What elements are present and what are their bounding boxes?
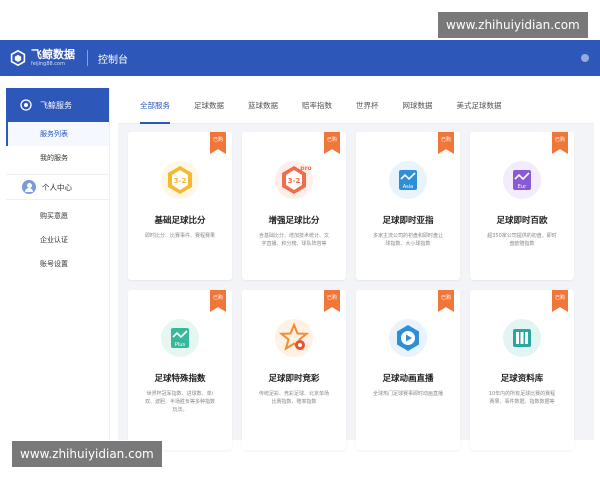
purchased-badge: 已购 <box>210 132 226 154</box>
sidebar-item-purchase-intent[interactable]: 购买意愿 <box>6 204 109 228</box>
icon-pro-tag: pro <box>300 165 311 172</box>
purchased-badge: 已购 <box>210 290 226 312</box>
icon-score-text: 3-2 <box>174 177 187 185</box>
sidebar-item-service-list[interactable]: 服务列表 <box>6 122 109 146</box>
service-card[interactable]: 已购 3-2 pro 增强足球比分 含基础比分、增加技术统计、文字直播、积分榜、… <box>242 132 346 280</box>
purchased-badge: 已购 <box>438 290 454 312</box>
tab-all-services[interactable]: 全部服务 <box>140 88 170 124</box>
main-content: 全部服务 足球数据 篮球数据 赔率指数 世界杯 网球数据 美式足球数据 已购 3… <box>118 88 594 450</box>
sidebar-item-enterprise-auth[interactable]: 企业认证 <box>6 228 109 252</box>
service-card-grid: 已购 3-2 基础足球比分 即时比分、比赛事件、赛程赛果 已购 3-2 pro … <box>128 132 580 450</box>
service-card[interactable]: 已购 3-2 基础足球比分 即时比分、比赛事件、赛程赛果 <box>128 132 232 280</box>
user-icon <box>22 180 36 194</box>
tab-tennis-data[interactable]: 网球数据 <box>403 88 433 124</box>
watermark-top: www.zhihuiyidian.com <box>438 12 588 38</box>
category-tabs: 全部服务 足球数据 篮球数据 赔率指数 世界杯 网球数据 美式足球数据 <box>118 88 594 124</box>
purchased-badge: 已购 <box>552 132 568 154</box>
sidebar-service-title: 飞鲸服务 <box>40 100 72 110</box>
database-icon <box>503 319 541 357</box>
logo[interactable]: 飞鲸数据 feijing88.com <box>10 49 75 67</box>
card-title: 增强足球比分 <box>268 216 320 226</box>
sidebar-user-center[interactable]: 个人中心 <box>6 174 109 200</box>
console-page: 飞鲸数据 feijing88.com 控制台 www.zhihuiyidian.… <box>0 0 600 480</box>
asia-index-icon: Asia <box>389 161 427 199</box>
hexagon-3-2-icon: 3-2 <box>161 161 199 199</box>
card-title: 足球动画直播 <box>382 374 434 384</box>
purchased-badge: 已购 <box>324 132 340 154</box>
icon-score-text: 3-2 <box>288 177 301 185</box>
star-ball-icon <box>275 319 313 357</box>
card-description: 多家主流公司的初盘和即时盘让球指数、大小球指数 <box>373 233 444 247</box>
sidebar-item-account-settings[interactable]: 账号设置 <box>6 252 109 276</box>
watermark-bottom: www.zhihuiyidian.com <box>12 441 162 467</box>
more-icon[interactable] <box>580 53 590 63</box>
card-description: 传统足彩、竞彩足球、北京单场比赛指数、赔率指数 <box>259 391 330 405</box>
top-header: 飞鲸数据 feijing88.com 控制台 <box>0 40 600 76</box>
sidebar: 飞鲸服务 服务列表 我的服务 个人中心 购买意愿 企业认证 账号设置 <box>6 88 110 440</box>
console-title: 控制台 <box>98 54 128 66</box>
tab-odds-index[interactable]: 赔率指数 <box>302 88 332 124</box>
card-description: 世界杯冠军指数、进球数、单/双、波胆、半场胜负等多种指数玩法。 <box>145 391 216 413</box>
card-description: 超350家公司提供的初盘、即时盘欧赔指数 <box>487 233 557 247</box>
sidebar-user-center-label: 个人中心 <box>42 182 72 192</box>
card-title: 足球资料库 <box>500 374 544 384</box>
logo-hexagon-icon <box>10 50 26 66</box>
play-video-icon <box>389 319 427 357</box>
card-title: 足球特殊指数 <box>154 374 206 384</box>
card-description: 10年内的所有足球比赛的赛程赛果、事件数据、指数数据等 <box>488 391 556 405</box>
service-card[interactable]: 已购 足球资料库 10年内的所有足球比赛的赛程赛果、事件数据、指数数据等 <box>470 290 574 450</box>
tab-american-football-data[interactable]: 美式足球数据 <box>457 88 502 124</box>
card-title: 足球即时亚指 <box>382 216 434 226</box>
purchased-badge: 已购 <box>552 290 568 312</box>
card-description: 即时比分、比赛事件、赛程赛果 <box>145 233 216 239</box>
purchased-badge: 已购 <box>324 290 340 312</box>
euro-index-icon: Eur <box>503 161 541 199</box>
card-title: 基础足球比分 <box>154 216 206 226</box>
icon-plus-text: Plus <box>175 342 186 348</box>
card-description: 含基础比分、增加技术统计、文字直播、积分榜、球队阵容等 <box>259 233 330 247</box>
service-icon <box>20 99 32 111</box>
icon-asia-text: Asia <box>403 184 413 190</box>
service-card[interactable]: 已购 足球动画直播 全球热门足球赛事即时动画直播 <box>356 290 460 450</box>
service-card[interactable]: 已购 Asia 足球即时亚指 多家主流公司的初盘和即时盘让球指数、大小球指数 <box>356 132 460 280</box>
hexagon-3-2-pro-icon: 3-2 pro <box>275 161 313 199</box>
icon-eur-text: Eur <box>518 184 527 190</box>
card-title: 足球即时竞彩 <box>268 374 320 384</box>
card-title: 足球即时百欧 <box>496 216 548 226</box>
tab-world-cup[interactable]: 世界杯 <box>356 88 379 124</box>
sidebar-item-my-services[interactable]: 我的服务 <box>6 146 109 170</box>
card-description: 全球热门足球赛事即时动画直播 <box>373 391 444 397</box>
plus-index-icon: Plus <box>161 319 199 357</box>
purchased-badge: 已购 <box>438 132 454 154</box>
brand-domain: feijing88.com <box>31 61 65 67</box>
tab-basketball-data[interactable]: 篮球数据 <box>248 88 278 124</box>
brand-name: 飞鲸数据 <box>31 48 75 61</box>
sidebar-service-header[interactable]: 飞鲸服务 <box>6 88 109 122</box>
service-card[interactable]: 已购 Plus 足球特殊指数 世界杯冠军指数、进球数、单/双、波胆、半场胜负等多… <box>128 290 232 450</box>
service-card[interactable]: 已购 足球即时竞彩 传统足彩、竞彩足球、北京单场比赛指数、赔率指数 <box>242 290 346 450</box>
service-card[interactable]: 已购 Eur 足球即时百欧 超350家公司提供的初盘、即时盘欧赔指数 <box>470 132 574 280</box>
tab-football-data[interactable]: 足球数据 <box>194 88 224 124</box>
header-divider <box>87 50 88 66</box>
